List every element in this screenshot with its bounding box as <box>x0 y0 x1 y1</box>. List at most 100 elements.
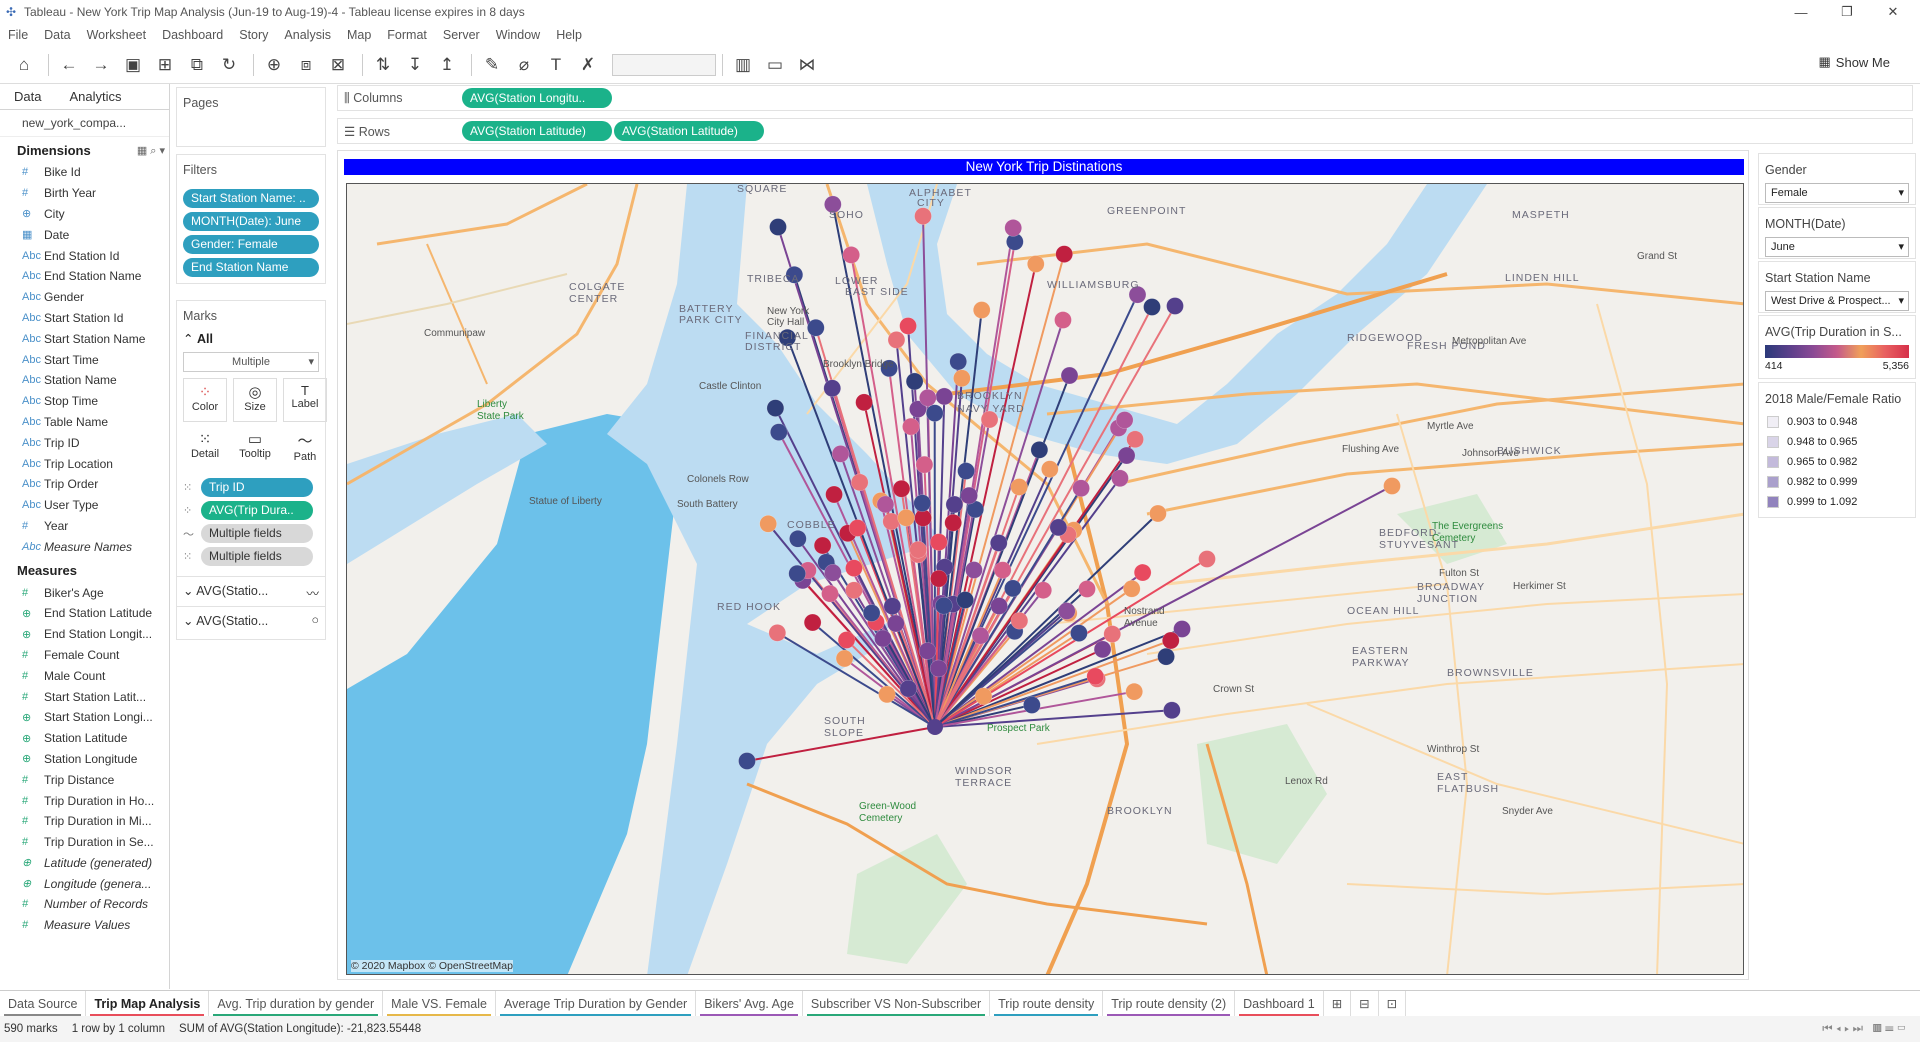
trip-end-station-mark[interactable] <box>831 445 850 463</box>
trip-end-station-mark[interactable] <box>1034 581 1052 599</box>
trip-end-station-mark[interactable] <box>1126 430 1144 449</box>
menu-dashboard[interactable]: Dashboard <box>162 28 223 42</box>
refresh-icon[interactable]: ↻ <box>215 51 243 79</box>
filter-pill[interactable]: Start Station Name: .. <box>183 189 319 208</box>
gender-filter-dropdown[interactable]: Female <box>1765 183 1909 203</box>
rows-pill[interactable]: AVG(Station Latitude) <box>614 121 764 141</box>
trip-end-station-mark[interactable] <box>929 659 948 678</box>
measure-field[interactable]: # Trip Distance <box>0 769 169 790</box>
new-dashboard-tab-icon[interactable]: ⊟ <box>1351 990 1379 1017</box>
sheet-tab[interactable]: Subscriber VS Non-Subscriber <box>803 990 991 1017</box>
trip-end-station-mark[interactable] <box>887 614 905 633</box>
measure-field[interactable]: # Trip Duration in Ho... <box>0 790 169 811</box>
columns-shelf[interactable]: ⫼ Columns AVG(Station Longitu.. <box>337 85 1913 111</box>
trip-end-station-mark[interactable] <box>1041 460 1059 478</box>
restore-icon[interactable]: ❐ <box>1824 0 1870 24</box>
swap-icon[interactable]: ⇅ <box>369 51 397 79</box>
trip-end-station-mark[interactable] <box>848 519 867 537</box>
measure-field[interactable]: ⊕ End Station Longit... <box>0 624 169 645</box>
trip-end-station-mark[interactable] <box>813 536 832 555</box>
trip-end-station-mark[interactable] <box>882 512 900 531</box>
trip-end-station-mark[interactable] <box>874 629 892 648</box>
dimension-field[interactable]: ▦ Date <box>0 224 169 245</box>
measure-field[interactable]: # Measure Values <box>0 915 169 936</box>
trip-end-station-mark[interactable] <box>1054 311 1072 329</box>
sheet-tab[interactable]: Average Trip Duration by Gender <box>496 990 697 1017</box>
trip-end-station-mark[interactable] <box>925 404 944 422</box>
measure-field[interactable]: # Start Station Latit... <box>0 686 169 707</box>
measure-field[interactable]: ⊕ Start Station Longi... <box>0 707 169 728</box>
dimension-field[interactable]: Abc Start Station Id <box>0 308 169 329</box>
filter-pill[interactable]: MONTH(Date): June <box>183 212 319 231</box>
trip-end-station-mark[interactable] <box>824 563 842 582</box>
redo-icon[interactable]: → <box>87 51 115 79</box>
trip-end-station-mark[interactable] <box>835 649 854 668</box>
sheet-tab[interactable]: Bikers' Avg. Age <box>696 990 803 1017</box>
measure-field[interactable]: # Biker's Age <box>0 582 169 603</box>
trip-end-station-mark[interactable] <box>768 624 787 642</box>
trip-end-station-mark[interactable] <box>902 417 920 436</box>
station-filter-dropdown[interactable]: West Drive & Prospect... <box>1765 291 1909 311</box>
trip-end-station-mark[interactable] <box>823 379 842 397</box>
marks-all-row[interactable]: ⌃ All <box>177 331 325 352</box>
dimension-field[interactable]: Abc Trip Order <box>0 474 169 495</box>
trip-end-station-mark[interactable] <box>935 596 953 615</box>
trip-end-station-mark[interactable] <box>1086 667 1104 686</box>
trip-end-station-mark[interactable] <box>956 591 974 609</box>
menu-analysis[interactable]: Analysis <box>284 28 331 42</box>
trip-end-station-mark[interactable] <box>1057 602 1076 620</box>
label-button[interactable]: T Label <box>283 378 327 422</box>
trip-end-station-mark[interactable] <box>935 387 954 406</box>
menu-story[interactable]: Story <box>239 28 268 42</box>
clear-sheet-icon[interactable]: ⊠ <box>324 51 352 79</box>
measure-field[interactable]: # Trip Duration in Mi... <box>0 811 169 832</box>
sheet-tab[interactable]: Trip route density (2) <box>1103 990 1236 1017</box>
dimension-field[interactable]: Abc Measure Names <box>0 536 169 557</box>
sort-ascending-icon[interactable]: ↧ <box>401 51 429 79</box>
presentation-icon[interactable]: ▭ <box>761 51 789 79</box>
trip-end-station-mark[interactable] <box>1133 563 1152 582</box>
sheet-tab[interactable]: Trip Map Analysis <box>86 990 210 1017</box>
trip-end-station-mark[interactable] <box>918 642 937 660</box>
show-cards-icon[interactable]: ▥ <box>729 51 757 79</box>
dimension-field[interactable]: Abc End Station Id <box>0 245 169 266</box>
measure-field[interactable]: ⊕ Longitude (genera... <box>0 873 169 894</box>
measure-field[interactable]: # Number of Records <box>0 894 169 915</box>
mark-pill[interactable]: Multiple fields <box>201 524 313 543</box>
ratio-legend-item[interactable]: 0.999 to 1.092 <box>1759 492 1915 512</box>
trip-end-station-mark[interactable] <box>1157 647 1175 666</box>
trip-end-station-mark[interactable] <box>993 561 1012 579</box>
trip-end-station-mark[interactable] <box>759 515 777 533</box>
trip-end-station-mark[interactable] <box>738 752 756 770</box>
duplicate-sheet-icon[interactable]: ⧈ <box>292 51 320 79</box>
trip-end-station-mark[interactable] <box>845 559 863 577</box>
trip-end-station-mark[interactable] <box>945 495 964 514</box>
menu-worksheet[interactable]: Worksheet <box>87 28 147 42</box>
dimension-field[interactable]: Abc User Type <box>0 495 169 516</box>
menu-map[interactable]: Map <box>347 28 371 42</box>
trip-end-station-mark[interactable] <box>789 530 807 548</box>
sheet-tab[interactable]: Trip route density <box>990 990 1104 1017</box>
trip-end-station-mark[interactable] <box>807 318 825 337</box>
trip-end-station-mark[interactable] <box>892 479 911 498</box>
trip-end-station-mark[interactable] <box>1010 478 1028 496</box>
dimension-tools-icon[interactable]: ▦ ⌕ ▾ <box>137 144 165 158</box>
trip-end-station-mark[interactable] <box>1162 631 1180 650</box>
sort-descending-icon[interactable]: ↥ <box>433 51 461 79</box>
trip-end-station-mark[interactable] <box>1123 580 1141 598</box>
new-story-tab-icon[interactable]: ⊡ <box>1379 990 1407 1017</box>
size-button[interactable]: ◎ Size <box>233 378 277 422</box>
trip-end-station-mark[interactable] <box>850 473 869 492</box>
trip-end-station-mark[interactable] <box>1030 441 1049 459</box>
pages-card[interactable]: Pages <box>176 87 326 147</box>
menu-window[interactable]: Window <box>496 28 540 42</box>
close-icon[interactable]: ✕ <box>1870 0 1916 24</box>
trip-end-station-mark[interactable] <box>855 393 873 412</box>
trip-end-station-mark[interactable] <box>897 509 915 527</box>
pause-updates-icon[interactable]: ⧉ <box>183 51 211 79</box>
minimize-icon[interactable]: — <box>1778 0 1824 24</box>
trip-end-station-mark[interactable] <box>1010 611 1029 630</box>
color-button[interactable]: ⁘ Color <box>183 378 227 422</box>
trip-end-station-mark[interactable] <box>930 569 948 588</box>
measure-field[interactable]: ⊕ Station Longitude <box>0 749 169 770</box>
